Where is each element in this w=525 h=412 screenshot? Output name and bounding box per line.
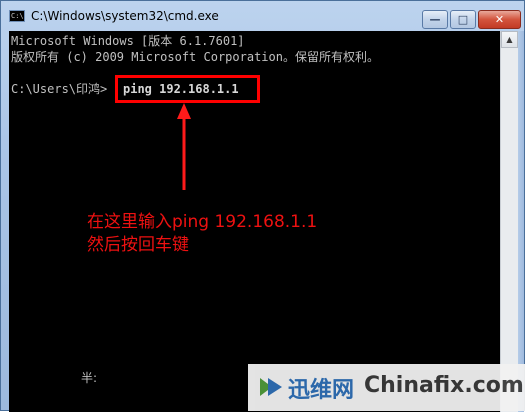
watermark-logo-icon: [260, 378, 282, 396]
minimize-button[interactable]: —: [422, 10, 448, 29]
watermark-cn-text: 迅维网: [288, 378, 355, 403]
title-bar[interactable]: C:\ C:\Windows\system32\cmd.exe — □ ✕: [1, 1, 524, 31]
scroll-up-arrow-icon[interactable]: ▲: [501, 31, 518, 48]
watermark: 迅维网 Chinafix.com: [248, 364, 525, 411]
console-area[interactable]: Microsoft Windows [版本 6.1.7601] 版权所有 (c)…: [9, 31, 500, 412]
annotation-line-2: 然后按回车键: [87, 235, 189, 255]
close-button[interactable]: ✕: [478, 10, 521, 29]
ime-status-indicator: 半:: [81, 371, 98, 385]
vertical-scrollbar[interactable]: ▲: [500, 31, 518, 412]
cmd-app-icon[interactable]: C:\: [9, 10, 25, 22]
window-frame-right: [518, 31, 524, 412]
window-title: C:\Windows\system32\cmd.exe: [31, 9, 219, 23]
maximize-button[interactable]: □: [450, 10, 476, 29]
watermark-en-text: Chinafix.com: [364, 373, 524, 398]
annotation-line-1: 在这里输入ping 192.168.1.1: [87, 212, 318, 232]
cmd-window: C:\ C:\Windows\system32\cmd.exe — □ ✕ Mi…: [0, 0, 525, 412]
